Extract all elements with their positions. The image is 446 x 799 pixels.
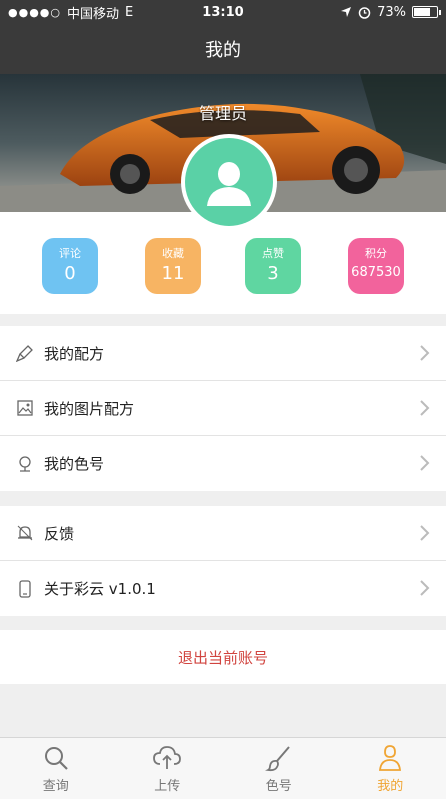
menu-group-recipes: 我的配方 我的图片配方 我的色号 bbox=[0, 326, 446, 491]
menu-item-label: 反馈 bbox=[44, 524, 75, 543]
search-icon bbox=[41, 743, 71, 773]
stat-value: 0 bbox=[64, 263, 76, 284]
menu-item-label: 我的色号 bbox=[44, 455, 105, 473]
menu-item-my-image-recipes[interactable]: 我的图片配方 bbox=[0, 381, 446, 436]
network-type: E bbox=[125, 4, 134, 20]
tab-label: 上传 bbox=[154, 779, 181, 794]
tab-color-code[interactable]: 色号 bbox=[223, 738, 335, 799]
stat-points[interactable]: 积分 687530 bbox=[348, 238, 404, 294]
logout-button[interactable]: 退出当前账号 bbox=[0, 630, 446, 684]
stat-favorites[interactable]: 收藏 11 bbox=[145, 238, 201, 294]
stat-value: 3 bbox=[267, 263, 279, 284]
user-silhouette-icon bbox=[207, 162, 251, 206]
chevron-right-icon bbox=[420, 455, 430, 471]
status-right: 73% bbox=[340, 4, 441, 20]
profile-icon bbox=[375, 743, 405, 773]
chevron-right-icon bbox=[420, 345, 430, 361]
cloud-upload-icon bbox=[152, 743, 182, 773]
paintbrush-icon bbox=[264, 743, 294, 773]
chevron-right-icon bbox=[420, 400, 430, 416]
menu-item-my-color-codes[interactable]: 我的色号 bbox=[0, 436, 446, 491]
image-icon bbox=[16, 399, 34, 417]
avatar[interactable] bbox=[181, 134, 277, 230]
carrier-name: 中国移动 bbox=[67, 6, 120, 22]
tab-label: 查询 bbox=[42, 779, 69, 794]
stat-label: 积分 bbox=[365, 247, 387, 260]
status-left: ●●●●○ 中国移动 E bbox=[8, 3, 340, 22]
location-arrow-icon bbox=[341, 7, 352, 17]
alarm-icon bbox=[358, 6, 371, 19]
logout-label: 退出当前账号 bbox=[177, 648, 268, 667]
stat-likes[interactable]: 点赞 3 bbox=[245, 238, 301, 294]
page-title: 我的 bbox=[205, 40, 241, 61]
menu-item-label: 我的配方 bbox=[44, 344, 105, 363]
chevron-right-icon bbox=[420, 580, 430, 596]
feedback-bell-icon bbox=[16, 524, 34, 542]
username: 管理员 bbox=[198, 104, 247, 123]
battery-fill bbox=[414, 8, 431, 16]
menu-item-about[interactable]: 关于彩云 v1.0.1 bbox=[0, 561, 446, 616]
phone-icon bbox=[16, 579, 34, 598]
stat-value: 11 bbox=[161, 263, 185, 284]
tab-search[interactable]: 查询 bbox=[0, 738, 112, 799]
menu-item-feedback[interactable]: 反馈 bbox=[0, 506, 446, 561]
stat-comments[interactable]: 评论 0 bbox=[42, 238, 98, 294]
menu-item-my-recipes[interactable]: 我的配方 bbox=[0, 326, 446, 381]
tab-upload[interactable]: 上传 bbox=[112, 738, 224, 799]
nav-bar: 我的 bbox=[0, 24, 446, 74]
stat-label: 收藏 bbox=[162, 247, 184, 260]
screen: ●●●●○ 中国移动 E 13:10 73% 我的 管理员 评论 0 收藏 11… bbox=[0, 0, 446, 799]
menu-item-label: 我的图片配方 bbox=[44, 399, 135, 418]
stat-label: 点赞 bbox=[262, 247, 284, 260]
chevron-right-icon bbox=[420, 525, 430, 541]
battery-percent: 73% bbox=[377, 4, 406, 20]
brush-icon bbox=[16, 344, 34, 362]
status-bar: ●●●●○ 中国移动 E 13:10 73% bbox=[0, 0, 446, 24]
stat-value: 687530 bbox=[351, 265, 401, 280]
stat-label: 评论 bbox=[59, 247, 81, 260]
tab-label: 色号 bbox=[265, 779, 292, 794]
color-marker-icon bbox=[16, 455, 34, 473]
avatar-circle bbox=[185, 138, 273, 226]
menu-group-about: 反馈 关于彩云 v1.0.1 bbox=[0, 506, 446, 616]
tab-bar: 查询 上传 色号 我的 bbox=[0, 737, 446, 799]
signal-strength-icon: ●●●●○ bbox=[8, 5, 61, 19]
tab-mine[interactable]: 我的 bbox=[335, 738, 446, 799]
battery-icon bbox=[412, 6, 441, 18]
menu-item-label: 关于彩云 v1.0.1 bbox=[44, 580, 156, 598]
tab-label: 我的 bbox=[377, 779, 404, 794]
